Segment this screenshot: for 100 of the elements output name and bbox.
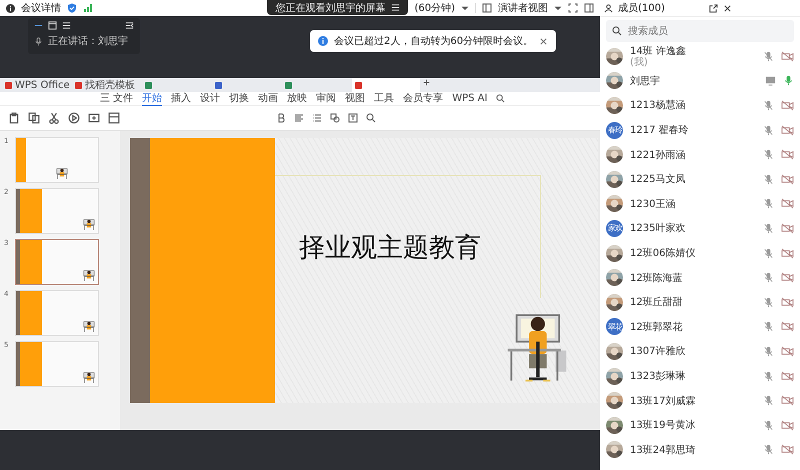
cut-icon[interactable] [48, 112, 60, 124]
ribbon-tab[interactable]: 审阅 [316, 91, 336, 106]
person-at-desk-icon [83, 218, 95, 230]
ribbon-tab[interactable]: 会员专享 [403, 91, 444, 106]
members-icon[interactable] [604, 4, 613, 12]
shield-icon[interactable] [67, 3, 77, 13]
muted-microphone-icon[interactable] [763, 100, 774, 111]
meeting-timer[interactable]: (60分钟) [414, 1, 455, 15]
camera-off-icon[interactable] [781, 321, 794, 332]
ribbon-tab[interactable]: 动画 [258, 91, 278, 106]
document-tab[interactable]: 找稻壳模板 [72, 78, 140, 92]
member-name: 1221孙雨涵 [630, 148, 686, 162]
align-icon[interactable] [294, 113, 304, 123]
camera-off-icon[interactable] [781, 370, 794, 382]
muted-microphone-icon[interactable] [763, 321, 774, 332]
close-icon[interactable] [539, 36, 548, 46]
member-name: 13班17刘威霖 [630, 394, 696, 408]
search-field[interactable]: 搜索成员 [606, 20, 794, 42]
microphone-icon[interactable] [34, 36, 43, 46]
muted-microphone-icon[interactable] [763, 50, 774, 62]
camera-off-icon[interactable] [781, 124, 794, 136]
screen-share-icon[interactable] [765, 75, 776, 86]
shape-icon[interactable] [330, 113, 340, 123]
member-name: 12班丘甜甜 [630, 296, 684, 310]
search-icon[interactable] [496, 94, 506, 103]
member-name: 1217 翟春玲 [630, 124, 690, 138]
camera-off-icon[interactable] [781, 296, 794, 308]
muted-microphone-icon[interactable] [763, 420, 774, 431]
muted-microphone-icon[interactable] [763, 248, 774, 259]
muted-microphone-icon[interactable] [763, 174, 774, 185]
toast-message: 会议已超过2人，自动转为60分钟限时会议。 [334, 34, 534, 48]
ribbon-tab[interactable]: WPS AI [452, 92, 488, 104]
muted-microphone-icon[interactable] [763, 395, 774, 406]
muted-microphone-icon[interactable] [763, 272, 774, 284]
camera-off-icon[interactable] [781, 248, 794, 259]
person-at-desk-drawing [506, 311, 568, 383]
sidebar-icon[interactable] [584, 3, 594, 13]
member-name: 刘思宇 [630, 74, 661, 88]
member-name: 1323彭琳琳 [630, 370, 686, 384]
layout-icon[interactable] [482, 3, 492, 13]
view-mode-button[interactable]: 演讲者视图 [498, 1, 548, 15]
ribbon-tab[interactable]: 视图 [345, 91, 366, 106]
ribbon-tab[interactable]: 三 文件 [100, 91, 134, 106]
member-name: 1213杨慧涵 [630, 98, 686, 112]
camera-off-icon[interactable] [781, 444, 794, 456]
ribbon-tab[interactable]: 设计 [200, 91, 220, 106]
collapse-icon[interactable] [125, 21, 134, 30]
ribbon-tab[interactable]: 开始 [142, 91, 162, 106]
pop-out-icon[interactable] [708, 4, 718, 12]
camera-off-icon[interactable] [781, 50, 794, 62]
copy-icon[interactable] [28, 112, 40, 124]
caret-icon[interactable] [554, 4, 562, 12]
muted-microphone-icon[interactable] [763, 296, 774, 308]
meeting-details-link[interactable]: 会议详情 [21, 1, 61, 15]
camera-off-icon[interactable] [781, 174, 794, 185]
camera-off-icon[interactable] [781, 272, 794, 284]
camera-off-icon[interactable] [781, 395, 794, 406]
window-icon[interactable] [48, 21, 57, 30]
new-slide-icon[interactable] [88, 112, 100, 124]
text-box-icon[interactable] [348, 113, 358, 123]
muted-microphone-icon[interactable] [763, 370, 774, 382]
camera-off-icon[interactable] [781, 100, 794, 111]
fullscreen-icon[interactable] [568, 3, 578, 13]
signal-icon[interactable] [83, 3, 93, 13]
slide-thumbnail[interactable] [15, 239, 99, 285]
ribbon-tab[interactable]: 切换 [229, 91, 250, 106]
camera-off-icon[interactable] [781, 198, 794, 210]
bold-icon[interactable] [276, 113, 286, 123]
close-icon[interactable] [722, 4, 732, 12]
info-icon [318, 36, 328, 46]
screen-share-notice: 您正在观看刘思宇的屏幕 [275, 2, 386, 14]
panel-title: 成员(100) [618, 2, 665, 15]
play-icon[interactable] [68, 112, 80, 124]
avatar: 春玲 [606, 122, 623, 139]
camera-off-icon[interactable] [781, 149, 794, 160]
microphone-icon[interactable] [783, 75, 794, 86]
camera-off-icon[interactable] [781, 222, 794, 234]
caret-icon[interactable] [461, 4, 469, 12]
member-name: 14班 许逸鑫 [630, 44, 687, 58]
ribbon-tab[interactable]: 工具 [374, 91, 394, 106]
info-icon[interactable] [6, 4, 15, 12]
document-tab[interactable]: WPS Office [2, 78, 70, 92]
menu-icon[interactable] [391, 3, 400, 12]
layout-icon[interactable] [108, 112, 120, 124]
muted-microphone-icon[interactable] [763, 149, 774, 160]
muted-microphone-icon[interactable] [763, 124, 774, 136]
muted-microphone-icon[interactable] [763, 198, 774, 210]
document-tab[interactable] [352, 78, 420, 92]
add-tab-icon[interactable] [422, 78, 431, 87]
muted-microphone-icon[interactable] [763, 444, 774, 456]
search-icon[interactable] [366, 113, 376, 123]
muted-microphone-icon[interactable] [763, 222, 774, 234]
muted-microphone-icon[interactable] [763, 346, 774, 357]
paste-icon[interactable] [8, 112, 20, 124]
slide-title: 择业观主题教育 [299, 232, 481, 264]
ribbon-tab[interactable]: 放映 [287, 91, 308, 106]
camera-off-icon[interactable] [781, 420, 794, 431]
camera-off-icon[interactable] [781, 346, 794, 357]
list-icon[interactable] [312, 113, 322, 123]
ribbon-tab[interactable]: 插入 [171, 91, 192, 106]
